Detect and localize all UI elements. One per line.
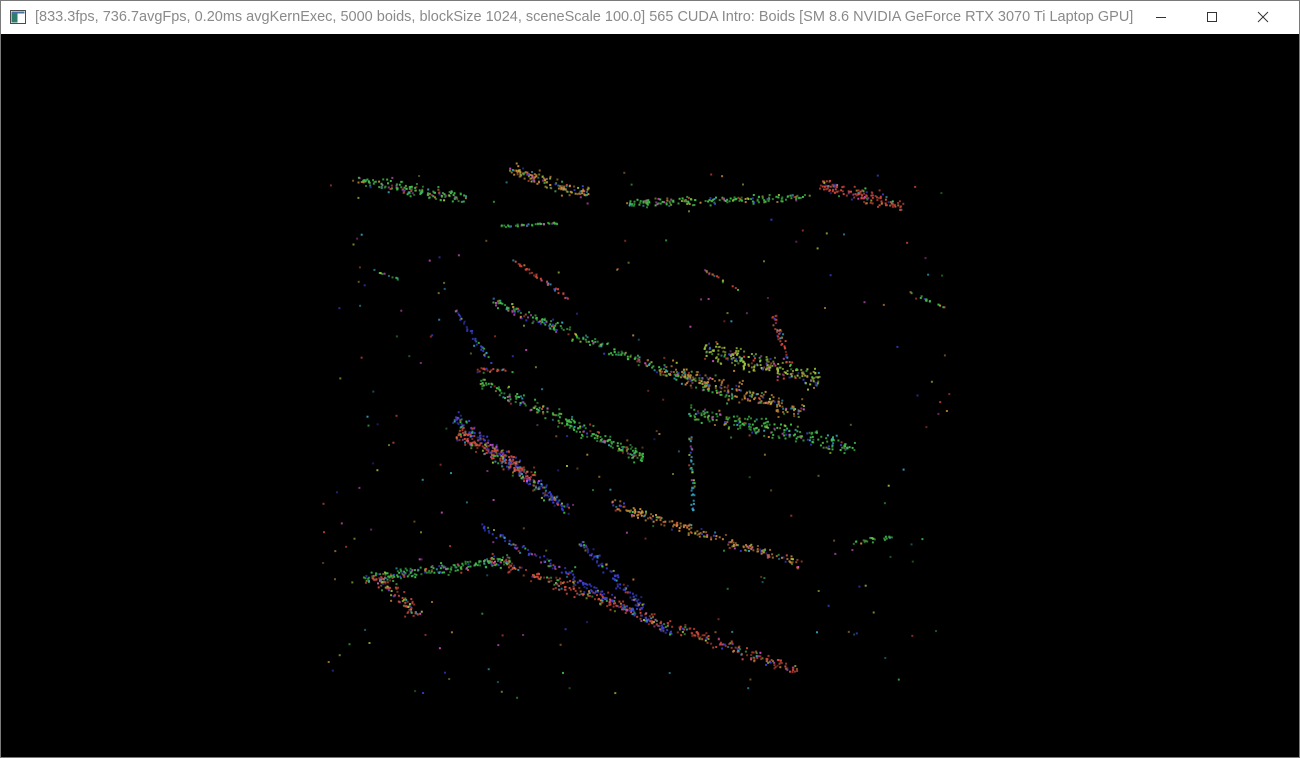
maximize-button[interactable] bbox=[1189, 1, 1235, 33]
close-icon bbox=[1257, 11, 1269, 23]
window-title: [833.3fps, 736.7avgFps, 0.20ms avgKernEx… bbox=[35, 9, 1134, 25]
title-bar[interactable]: [833.3fps, 736.7avgFps, 0.20ms avgKernEx… bbox=[1, 1, 1299, 33]
simulation-viewport[interactable] bbox=[1, 34, 1299, 757]
boids-particle-field bbox=[322, 162, 951, 699]
minimize-button[interactable] bbox=[1138, 1, 1184, 33]
close-button[interactable] bbox=[1240, 1, 1286, 33]
maximize-icon bbox=[1207, 12, 1217, 22]
minimize-icon bbox=[1156, 17, 1166, 18]
boids-window: [833.3fps, 736.7avgFps, 0.20ms avgKernEx… bbox=[0, 0, 1300, 758]
console-window-icon bbox=[10, 10, 26, 24]
